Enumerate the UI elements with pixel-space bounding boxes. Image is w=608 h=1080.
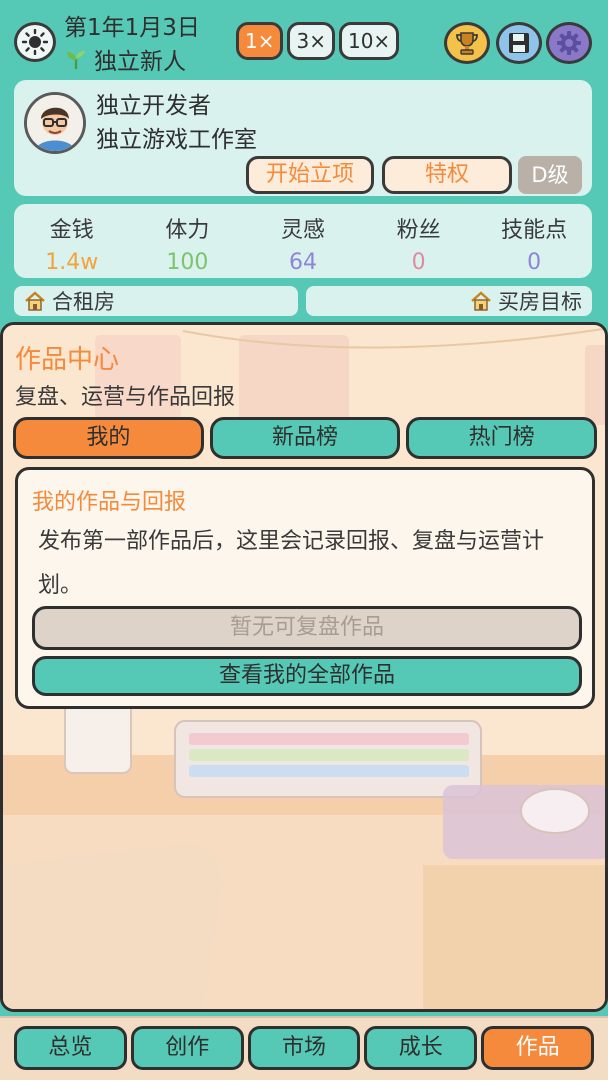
nav-overview[interactable]: 总览 <box>14 1026 127 1070</box>
works-tabs: 我的 新品榜 热门榜 <box>13 417 598 459</box>
nav-growth[interactable]: 成长 <box>364 1026 478 1070</box>
player-rank: 独立新人 <box>64 42 186 76</box>
stat-label: 技能点 <box>501 218 568 243</box>
speed-1x-button[interactable]: 1× <box>236 22 284 60</box>
housing-goal[interactable]: 买房目标 <box>306 286 592 316</box>
speed-selector: 1× 3× 10× <box>236 22 400 60</box>
house-icon <box>25 291 45 311</box>
sun-icon[interactable] <box>14 22 56 62</box>
housing-label: 合租房 <box>52 290 115 314</box>
speed-3x-button[interactable]: 3× <box>287 22 335 60</box>
stat-label: 金钱 <box>49 218 94 243</box>
privilege-button[interactable]: 特权 <box>382 156 512 194</box>
stat-label: 体力 <box>165 218 210 243</box>
save-icon[interactable] <box>496 22 542 64</box>
nav-market[interactable]: 市场 <box>247 1026 361 1070</box>
studio-name: 独立游戏工作室 <box>96 127 257 153</box>
stat-label: 灵感 <box>280 218 325 243</box>
profile-card: 独立开发者 独立游戏工作室 开始立项 特权 D级 <box>14 80 592 196</box>
nav-create[interactable]: 创作 <box>130 1026 244 1070</box>
stat-fans: 粉丝 0 <box>361 204 477 278</box>
gear-icon[interactable] <box>546 22 592 64</box>
speed-10x-button[interactable]: 10× <box>338 22 400 60</box>
stat-value: 100 <box>166 250 209 275</box>
current-housing[interactable]: 合租房 <box>14 286 298 316</box>
start-project-button[interactable]: 开始立项 <box>246 156 374 194</box>
game-date: 第1年1月3日 <box>64 15 200 41</box>
card-description: 发布第一部作品后，这里会记录回报、复盘与运营计划。 <box>38 529 545 598</box>
stat-value: 64 <box>288 250 317 275</box>
developer-name: 独立开发者 <box>96 93 211 119</box>
stats-panel: 金钱 1.4w 体力 100 灵感 64 粉丝 0 技能点 0 <box>14 204 592 278</box>
works-center-panel: 作品中心 复盘、运营与作品回报 我的 新品榜 热门榜 我的作品与回报 发布第一部… <box>0 322 608 1012</box>
grade-badge: D级 <box>518 156 582 194</box>
tab-new-releases[interactable]: 新品榜 <box>209 417 401 459</box>
tab-hot-chart[interactable]: 热门榜 <box>406 417 598 459</box>
sprout-icon <box>67 51 85 69</box>
rank-label: 独立新人 <box>94 49 186 75</box>
stat-label: 粉丝 <box>396 218 441 243</box>
card-title: 我的作品与回报 <box>32 490 187 515</box>
stat-inspiration: 灵感 64 <box>245 204 361 278</box>
tab-mine[interactable]: 我的 <box>13 417 204 459</box>
no-review-works-button: 暂无可复盘作品 <box>32 606 582 650</box>
view-all-works-button[interactable]: 查看我的全部作品 <box>32 656 582 696</box>
stat-value: 1.4w <box>45 250 99 275</box>
trophy-icon[interactable] <box>444 22 490 64</box>
avatar[interactable] <box>24 92 86 154</box>
page-title: 作品中心 <box>15 345 120 375</box>
page-subtitle: 复盘、运营与作品回报 <box>15 385 236 410</box>
house-icon <box>471 291 491 311</box>
my-works-card: 我的作品与回报 发布第一部作品后，这里会记录回报、复盘与运营计划。 暂无可复盘作… <box>15 467 595 709</box>
nav-works[interactable]: 作品 <box>481 1026 594 1070</box>
stat-skill-points: 技能点 0 <box>476 204 592 278</box>
stat-value: 0 <box>527 250 542 275</box>
bottom-nav: 总览 创作 市场 成长 作品 <box>0 1016 608 1080</box>
top-bar: 第1年1月3日 独立新人 1× 3× 10× <box>0 0 608 80</box>
housing-goal-label: 买房目标 <box>498 290 582 314</box>
stat-money: 金钱 1.4w <box>14 204 130 278</box>
stat-stamina: 体力 100 <box>130 204 246 278</box>
stat-value: 0 <box>411 250 426 275</box>
